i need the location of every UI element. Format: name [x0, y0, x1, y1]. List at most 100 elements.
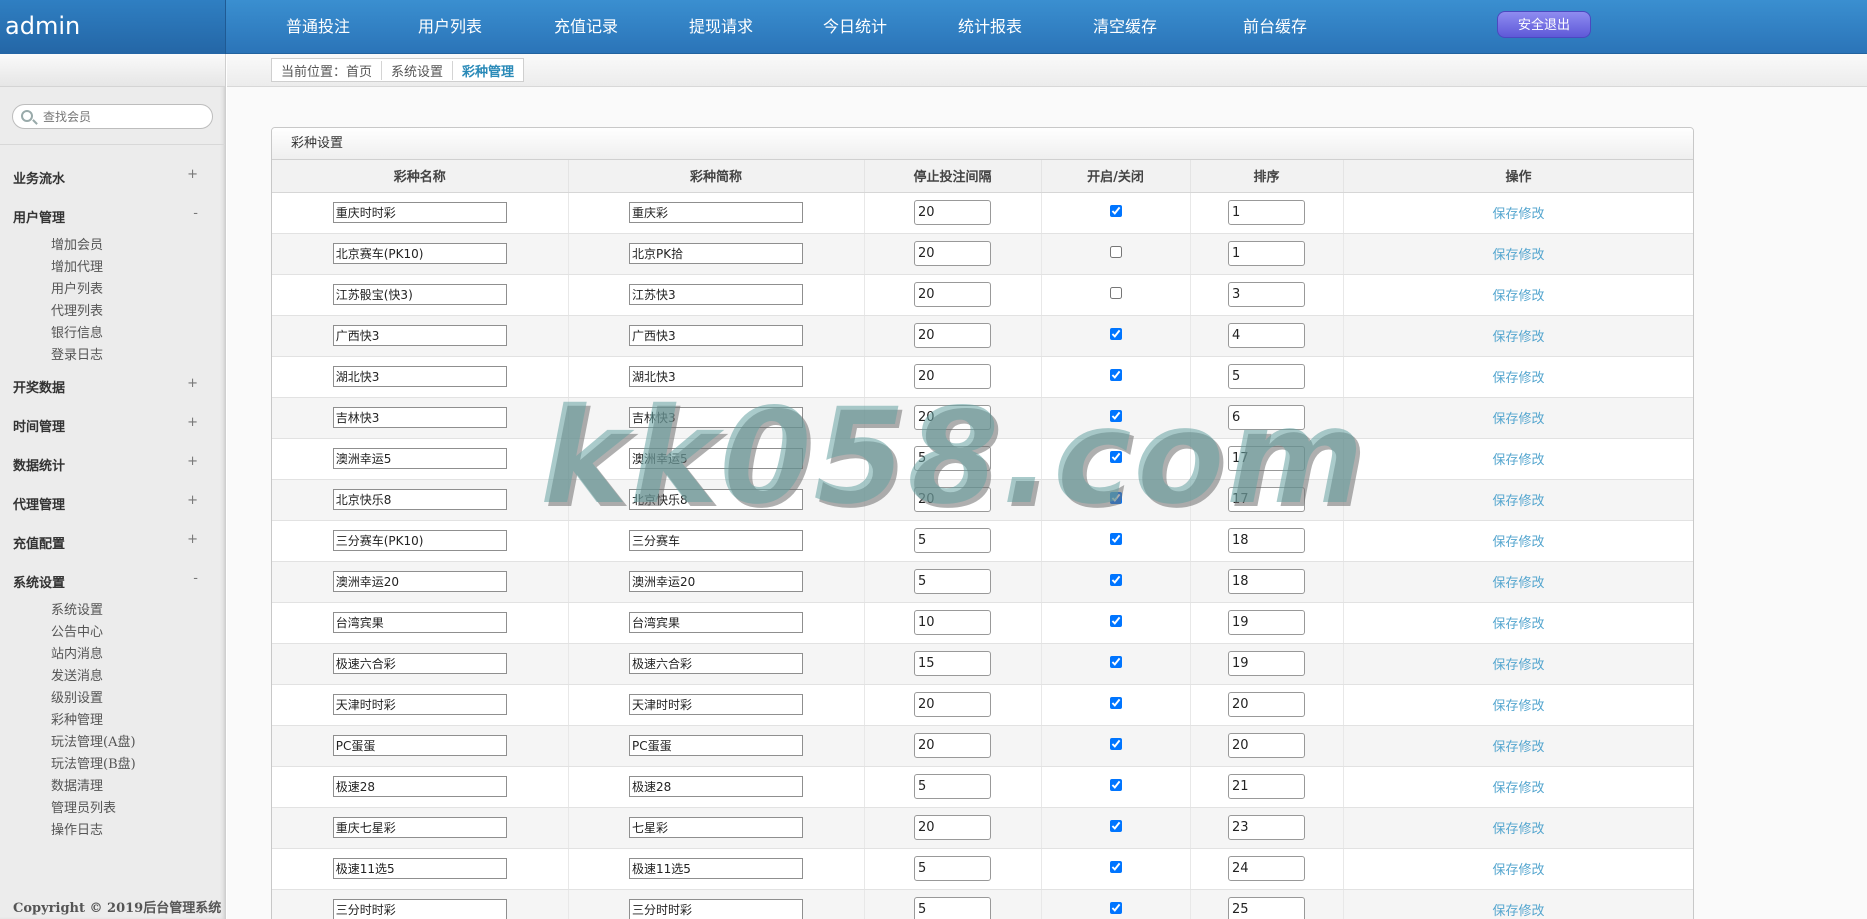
sidebar-subitem[interactable]: 站内消息 — [51, 643, 103, 662]
sort-input[interactable] — [1228, 446, 1305, 471]
sidebar-group[interactable]: 时间管理 + — [0, 412, 210, 436]
stop-interval-input[interactable] — [914, 733, 991, 758]
lottery-short-input[interactable] — [629, 243, 803, 264]
lottery-short-input[interactable] — [629, 653, 803, 674]
lottery-short-input[interactable] — [629, 899, 803, 919]
save-changes-link[interactable]: 保存修改 — [1492, 207, 1544, 222]
enabled-checkbox[interactable] — [1109, 491, 1122, 504]
sidebar-subitem[interactable]: 级别设置 — [51, 687, 103, 706]
stop-interval-input[interactable] — [914, 610, 991, 635]
stop-interval-input[interactable] — [914, 897, 991, 919]
lottery-name-input[interactable] — [332, 366, 507, 387]
member-search[interactable] — [12, 104, 213, 129]
lottery-short-input[interactable] — [629, 694, 803, 715]
enabled-checkbox[interactable] — [1109, 245, 1122, 258]
nav-item[interactable]: 普通投注 — [286, 0, 350, 54]
member-search-input[interactable] — [43, 107, 203, 127]
nav-item[interactable]: 今日统计 — [823, 0, 887, 54]
sort-input[interactable] — [1228, 364, 1305, 389]
sidebar-subitem[interactable]: 公告中心 — [51, 621, 103, 640]
enabled-checkbox[interactable] — [1109, 327, 1122, 340]
stop-interval-input[interactable] — [914, 446, 991, 471]
save-changes-link[interactable]: 保存修改 — [1492, 453, 1544, 468]
enabled-checkbox[interactable] — [1109, 696, 1122, 709]
sidebar-subitem[interactable]: 系统设置 — [51, 599, 103, 618]
save-changes-link[interactable]: 保存修改 — [1492, 863, 1544, 878]
sort-input[interactable] — [1228, 282, 1305, 307]
enabled-checkbox[interactable] — [1109, 286, 1122, 299]
save-changes-link[interactable]: 保存修改 — [1492, 699, 1544, 714]
stop-interval-input[interactable] — [914, 528, 991, 553]
logout-button[interactable]: 安全退出 — [1497, 11, 1591, 38]
lottery-name-input[interactable] — [332, 448, 507, 469]
stop-interval-input[interactable] — [914, 815, 991, 840]
sidebar-group[interactable]: 业务流水 + — [0, 164, 210, 188]
stop-interval-input[interactable] — [914, 241, 991, 266]
sidebar-group[interactable]: 代理管理 + — [0, 490, 210, 514]
sort-input[interactable] — [1228, 241, 1305, 266]
nav-item[interactable]: 充值记录 — [554, 0, 618, 54]
enabled-checkbox[interactable] — [1109, 204, 1122, 217]
nav-item[interactable]: 统计报表 — [958, 0, 1022, 54]
sidebar-subitem[interactable]: 玩法管理(B盘) — [51, 753, 136, 772]
save-changes-link[interactable]: 保存修改 — [1492, 371, 1544, 386]
lottery-short-input[interactable] — [629, 612, 803, 633]
lottery-name-input[interactable] — [332, 612, 507, 633]
stop-interval-input[interactable] — [914, 651, 991, 676]
stop-interval-input[interactable] — [914, 405, 991, 430]
lottery-name-input[interactable] — [332, 858, 507, 879]
enabled-checkbox[interactable] — [1109, 409, 1122, 422]
lottery-short-input[interactable] — [629, 366, 803, 387]
enabled-checkbox[interactable] — [1109, 778, 1122, 791]
sort-input[interactable] — [1228, 610, 1305, 635]
lottery-name-input[interactable] — [332, 735, 507, 756]
sort-input[interactable] — [1228, 897, 1305, 919]
sort-input[interactable] — [1228, 692, 1305, 717]
sidebar-group[interactable]: 系统设置 - — [0, 568, 210, 592]
breadcrumb-home[interactable]: 当前位置：首页 — [272, 61, 381, 80]
lottery-name-input[interactable] — [332, 817, 507, 838]
lottery-name-input[interactable] — [332, 530, 507, 551]
sidebar-group[interactable]: 数据统计 + — [0, 451, 210, 475]
lottery-short-input[interactable] — [629, 571, 803, 592]
stop-interval-input[interactable] — [914, 364, 991, 389]
sort-input[interactable] — [1228, 200, 1305, 225]
enabled-checkbox[interactable] — [1109, 450, 1122, 463]
stop-interval-input[interactable] — [914, 569, 991, 594]
lottery-short-input[interactable] — [629, 325, 803, 346]
enabled-checkbox[interactable] — [1109, 614, 1122, 627]
lottery-name-input[interactable] — [332, 407, 507, 428]
lottery-name-input[interactable] — [332, 653, 507, 674]
sidebar-subitem[interactable]: 用户列表 — [51, 278, 103, 297]
lottery-name-input[interactable] — [332, 489, 507, 510]
lottery-short-input[interactable] — [629, 735, 803, 756]
enabled-checkbox[interactable] — [1109, 573, 1122, 586]
save-changes-link[interactable]: 保存修改 — [1492, 781, 1544, 796]
sidebar-subitem[interactable]: 数据清理 — [51, 775, 103, 794]
sort-input[interactable] — [1228, 815, 1305, 840]
sort-input[interactable] — [1228, 651, 1305, 676]
enabled-checkbox[interactable] — [1109, 737, 1122, 750]
sidebar-subitem[interactable]: 管理员列表 — [51, 797, 116, 816]
lottery-short-input[interactable] — [629, 817, 803, 838]
lottery-short-input[interactable] — [629, 489, 803, 510]
save-changes-link[interactable]: 保存修改 — [1492, 576, 1544, 591]
sort-input[interactable] — [1228, 774, 1305, 799]
sort-input[interactable] — [1228, 856, 1305, 881]
stop-interval-input[interactable] — [914, 487, 991, 512]
lottery-short-input[interactable] — [629, 407, 803, 428]
lottery-short-input[interactable] — [629, 284, 803, 305]
sidebar-subitem[interactable]: 发送消息 — [51, 665, 103, 684]
save-changes-link[interactable]: 保存修改 — [1492, 904, 1544, 919]
sidebar-subitem[interactable]: 登录日志 — [51, 344, 103, 363]
sidebar-group[interactable]: 充值配置 + — [0, 529, 210, 553]
lottery-name-input[interactable] — [332, 284, 507, 305]
save-changes-link[interactable]: 保存修改 — [1492, 617, 1544, 632]
sidebar-subitem[interactable]: 代理列表 — [51, 300, 103, 319]
lottery-short-input[interactable] — [629, 448, 803, 469]
stop-interval-input[interactable] — [914, 323, 991, 348]
lottery-name-input[interactable] — [332, 202, 507, 223]
lottery-name-input[interactable] — [332, 325, 507, 346]
enabled-checkbox[interactable] — [1109, 532, 1122, 545]
save-changes-link[interactable]: 保存修改 — [1492, 535, 1544, 550]
